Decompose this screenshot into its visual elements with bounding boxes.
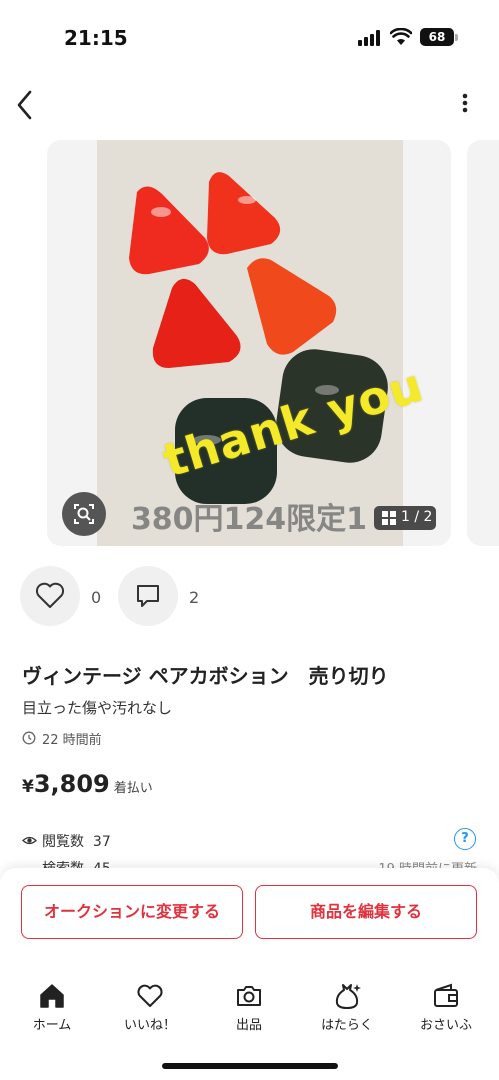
scan-search-icon [74, 504, 94, 524]
tab-likes-label: いいね！ [123, 1018, 176, 1033]
social-actions: 0 2 [0, 566, 499, 630]
battery-icon: 68 [420, 28, 454, 46]
comment-button[interactable] [118, 566, 178, 626]
posted-time-text: 22 時間前 [42, 733, 102, 748]
tab-wallet-label: おさいふ [419, 1018, 472, 1033]
grid-icon [382, 511, 396, 525]
more-options-button[interactable] [450, 88, 480, 122]
image-search-button[interactable] [62, 492, 106, 536]
shipping-method: 着払い [113, 781, 153, 796]
price: ¥3,809 着払い [22, 770, 153, 798]
home-indicator [162, 1063, 338, 1069]
status-time: 21:15 [64, 26, 128, 50]
cabochon-stones-picture [129, 172, 388, 504]
like-button[interactable] [20, 566, 80, 626]
top-nav [0, 80, 499, 130]
chevron-left-icon [17, 90, 32, 120]
product-photo [97, 140, 403, 546]
back-button[interactable] [10, 86, 44, 124]
tab-home[interactable]: ホーム [12, 978, 92, 1034]
likes-count: 0 [91, 588, 102, 607]
tab-work[interactable]: はたらく [307, 978, 387, 1034]
wifi-icon [390, 28, 412, 45]
tab-work-label: はたらく [321, 1018, 373, 1033]
price-value: 3,809 [33, 770, 110, 798]
page-indicator-text: 1 / 2 [401, 509, 433, 525]
bottom-action-sheet: オークションに変更する 商品を編集する [0, 868, 499, 1080]
edit-item-button[interactable]: 商品を編集する [255, 885, 477, 939]
views-count: 37 [92, 834, 111, 850]
price-currency: ¥ [22, 777, 34, 797]
tab-home-label: ホーム [32, 1018, 72, 1033]
status-bar: 21:15 68 [0, 0, 499, 74]
home-icon [40, 984, 64, 1008]
battery-tip [455, 34, 458, 41]
eye-icon [22, 836, 37, 845]
heart-icon [35, 582, 65, 608]
help-icon[interactable]: ? [454, 828, 476, 850]
tab-likes[interactable]: いいね！ [110, 978, 190, 1034]
heart-icon [137, 984, 163, 1007]
next-image-preview[interactable] [467, 140, 499, 546]
wallet-icon [434, 983, 458, 1007]
comment-icon [137, 585, 159, 607]
change-to-auction-button[interactable]: オークションに変更する [21, 885, 243, 939]
product-image[interactable]: thank you 380円124限定1 1 / 2 [47, 140, 451, 546]
image-carousel[interactable]: thank you 380円124限定1 1 / 2 [0, 140, 499, 548]
tab-wallet[interactable]: おさいふ [406, 978, 486, 1034]
clock-icon [22, 731, 36, 745]
tab-sell-label: 出品 [235, 1018, 262, 1033]
views-label: 閲覧数 37 [42, 834, 111, 850]
more-vertical-icon [462, 93, 468, 113]
product-condition: 目立った傷や汚れなし [22, 699, 173, 717]
bottom-tab-bar: ホーム いいね！ 出品 はたらく おさいふ [0, 978, 499, 1038]
money-bag-icon [335, 984, 361, 1009]
product-title: ヴィンテージ ペアカボション 売り切り [22, 664, 389, 688]
cellular-signal-icon [358, 30, 382, 46]
tab-sell[interactable]: 出品 [209, 978, 289, 1034]
comments-count: 2 [189, 588, 200, 607]
image-page-indicator[interactable]: 1 / 2 [374, 506, 436, 530]
camera-icon [237, 986, 261, 1006]
